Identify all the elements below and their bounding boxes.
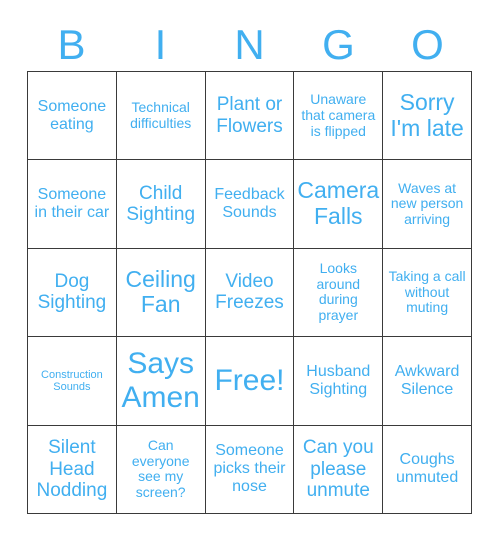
bingo-cell-label: Camera Falls (297, 177, 380, 230)
bingo-cell-free-space[interactable]: Free! (205, 337, 295, 426)
bingo-cell-label: Can you please unmute (302, 437, 374, 501)
bingo-cell-label: Silent Head Nodding (36, 437, 108, 501)
bingo-cell-label: Sorry I'm late (390, 88, 464, 141)
bingo-header: B I N G O (27, 18, 472, 71)
bingo-cell-label: Someone in their car (34, 186, 110, 222)
bingo-cell[interactable]: Can everyone see my screen? (116, 425, 206, 514)
bingo-cell-label: Someone eating (37, 97, 107, 133)
bingo-card: B I N G O Someone eating Technical diffi… (0, 0, 500, 544)
bingo-cell[interactable]: Video Freezes (205, 248, 295, 338)
header-letter-i: I (154, 20, 167, 68)
bingo-cell[interactable]: Dog Sighting (28, 248, 117, 338)
bingo-cell-label: Can everyone see my screen? (131, 436, 190, 500)
bingo-cell[interactable]: Ceiling Fan (116, 248, 206, 338)
bingo-cell[interactable]: Technical difficulties (116, 72, 206, 161)
bingo-cell[interactable]: Can you please unmute (294, 425, 384, 514)
bingo-cell[interactable]: Says Amen (116, 337, 206, 426)
bingo-cell[interactable]: Taking a call without muting (383, 248, 472, 338)
bingo-cell-label: Coughs unmuted (395, 451, 459, 487)
bingo-cell[interactable]: Silent Head Nodding (28, 425, 117, 514)
bingo-cell-label: Says Amen (121, 347, 200, 414)
bingo-cell-label: Waves at new person arriving (390, 179, 464, 227)
header-letter-o: O (411, 20, 444, 68)
bingo-cell-label: Awkward Silence (394, 362, 460, 398)
bingo-cell[interactable]: Unaware that camera is flipped (294, 72, 384, 161)
bingo-cell-label: Ceiling Fan (125, 265, 196, 318)
header-letter-g: G (322, 20, 355, 68)
header-letter-n: N (234, 20, 265, 68)
bingo-cell[interactable]: Looks around during prayer (294, 248, 384, 338)
bingo-cell[interactable]: Construction Sounds (28, 337, 117, 426)
bingo-cell[interactable]: Feedback Sounds (205, 160, 295, 249)
bingo-cell[interactable]: Someone in their car (28, 160, 117, 249)
bingo-cell-label: Child Sighting (126, 182, 196, 226)
bingo-cell-label: Dog Sighting (37, 271, 107, 314)
bingo-cell[interactable]: Husband Sighting (294, 337, 384, 426)
bingo-cell-label: Technical difficulties (130, 99, 192, 131)
bingo-cell-label: Plant or Flowers (216, 94, 283, 137)
header-letter-b: B (57, 20, 86, 68)
bingo-cell-label: Video Freezes (215, 271, 284, 314)
bingo-cell[interactable]: Someone picks their nose (205, 425, 295, 514)
bingo-cell[interactable]: Waves at new person arriving (383, 160, 472, 249)
bingo-cell-label: Construction Sounds (41, 368, 103, 393)
bingo-cell[interactable]: Coughs unmuted (383, 425, 472, 514)
bingo-cell[interactable]: Sorry I'm late (383, 72, 472, 161)
bingo-cell[interactable]: Child Sighting (116, 160, 206, 249)
bingo-cell-label: Feedback Sounds (214, 186, 285, 222)
bingo-grid: Someone eating Technical difficulties Pl… (27, 71, 472, 514)
bingo-cell-label: Taking a call without muting (388, 267, 466, 316)
bingo-cell-label: Husband Sighting (306, 362, 371, 398)
bingo-cell[interactable]: Awkward Silence (383, 337, 472, 426)
bingo-cell[interactable]: Camera Falls (294, 160, 384, 249)
bingo-cell[interactable]: Someone eating (28, 72, 117, 161)
bingo-cell-label: Unaware that camera is flipped (301, 91, 376, 139)
bingo-cell-label: Looks around during prayer (316, 260, 361, 324)
bingo-cell-label: Someone picks their nose (213, 442, 286, 496)
bingo-cell[interactable]: Plant or Flowers (205, 72, 295, 161)
bingo-cell-label: Free! (214, 364, 285, 398)
